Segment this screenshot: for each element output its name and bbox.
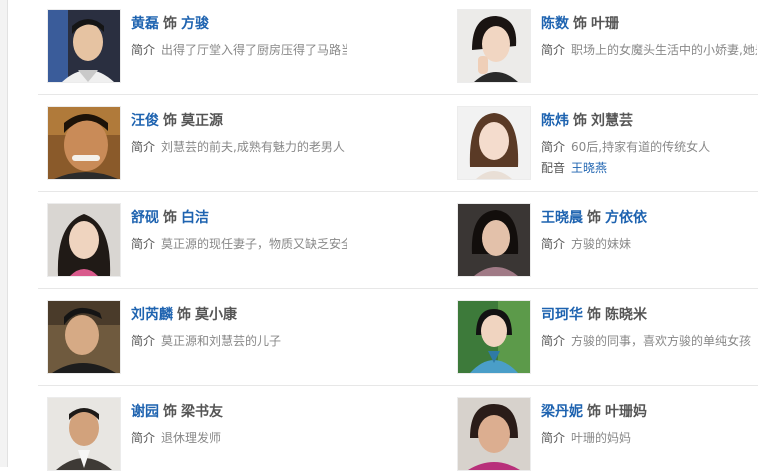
as-label: 饰 bbox=[177, 307, 191, 323]
intro-text: 叶珊的妈妈 bbox=[571, 431, 632, 445]
intro-text: 出得了厅堂入得了厨房压得了马路当得了闺蜜... bbox=[161, 43, 347, 57]
dub-actor-link[interactable]: 王晓燕 bbox=[571, 161, 607, 175]
actor-portrait-icon bbox=[458, 398, 530, 470]
dub-line: 配音 王晓燕 bbox=[541, 160, 607, 176]
actor-photo[interactable] bbox=[457, 203, 531, 277]
role-name-link[interactable]: 方骏 bbox=[181, 16, 209, 32]
intro-line: 简介 叶珊的妈妈 bbox=[541, 430, 631, 446]
actor-name-link[interactable]: 王晓晨 bbox=[541, 210, 583, 226]
intro-text: 退休理发师 bbox=[161, 431, 222, 445]
intro-text: 职场上的女魔头生活中的小娇妻,她是... bbox=[571, 43, 757, 57]
cast-card: 陈数饰叶珊 简介职场上的女魔头生活中的小娇妻,她是... bbox=[457, 9, 757, 83]
actor-portrait-icon bbox=[48, 301, 120, 373]
as-label: 饰 bbox=[587, 210, 601, 226]
as-label: 饰 bbox=[163, 16, 177, 32]
actor-name-link[interactable]: 谢园 bbox=[131, 404, 159, 420]
role-name: 莫正源 bbox=[181, 113, 223, 129]
dub-label: 配音 bbox=[541, 161, 566, 175]
cast-card: 王晓晨饰方依依 简介 方骏的妹妹 bbox=[457, 203, 757, 277]
intro-label: 简介 bbox=[131, 334, 156, 348]
actor-name-link[interactable]: 刘芮麟 bbox=[131, 307, 173, 323]
cast-card: 谢园饰梁书友 简介 退休理发师 bbox=[47, 397, 347, 471]
intro-text: 60后,持家有道的传统女人 bbox=[571, 140, 711, 154]
actor-name-link[interactable]: 司珂华 bbox=[541, 307, 583, 323]
actor-name-link[interactable]: 黄磊 bbox=[131, 16, 159, 32]
page-left-rule bbox=[0, 0, 8, 467]
actor-name-link[interactable]: 陈炜 bbox=[541, 113, 569, 129]
actor-photo[interactable] bbox=[47, 9, 121, 83]
cast-card: 梁丹妮饰叶珊妈 简介 叶珊的妈妈 bbox=[457, 397, 757, 471]
as-label: 饰 bbox=[573, 16, 587, 32]
role-name-link[interactable]: 白洁 bbox=[181, 210, 209, 226]
intro-line: 简介职场上的女魔头生活中的小娇妻,她是... bbox=[541, 42, 757, 58]
actor-photo[interactable] bbox=[457, 9, 531, 83]
actor-name-link[interactable]: 舒砚 bbox=[131, 210, 159, 226]
role-name: 叶珊 bbox=[591, 16, 619, 32]
actor-portrait-icon bbox=[458, 10, 530, 82]
intro-line: 简介 刘慧芸的前夫,成熟有魅力的老男人 bbox=[131, 139, 345, 155]
actor-photo[interactable] bbox=[47, 397, 121, 471]
intro-label: 简介 bbox=[541, 431, 566, 445]
intro-line: 简介莫正源的现任妻子，物质又缺乏安全感的女人 bbox=[131, 236, 347, 252]
intro-line: 简介 莫正源和刘慧芸的儿子 bbox=[131, 333, 281, 349]
as-label: 饰 bbox=[573, 113, 587, 129]
cast-card: 舒砚饰白洁 简介莫正源的现任妻子，物质又缺乏安全感的女人 bbox=[47, 203, 347, 277]
actor-portrait-icon bbox=[458, 301, 530, 373]
cast-card: 司珂华饰陈晓米 简介 方骏的同事，喜欢方骏的单纯女孩 bbox=[457, 300, 757, 374]
as-label: 饰 bbox=[587, 404, 601, 420]
role-name: 刘慧芸 bbox=[591, 113, 633, 129]
role-name: 陈晓米 bbox=[605, 307, 647, 323]
as-label: 饰 bbox=[163, 404, 177, 420]
intro-label: 简介 bbox=[541, 43, 566, 57]
intro-label: 简介 bbox=[131, 140, 156, 154]
actor-photo[interactable] bbox=[47, 106, 121, 180]
intro-text: 方骏的妹妹 bbox=[571, 237, 632, 251]
intro-label: 简介 bbox=[541, 237, 566, 251]
row-separator bbox=[38, 288, 758, 289]
intro-text: 刘慧芸的前夫,成熟有魅力的老男人 bbox=[161, 140, 345, 154]
intro-line: 简介 方骏的妹妹 bbox=[541, 236, 631, 252]
cast-card: 汪俊饰莫正源 简介 刘慧芸的前夫,成熟有魅力的老男人 bbox=[47, 106, 347, 180]
intro-label: 简介 bbox=[131, 43, 156, 57]
intro-label: 简介 bbox=[541, 140, 566, 154]
role-name: 莫小康 bbox=[195, 307, 237, 323]
actor-name-link[interactable]: 梁丹妮 bbox=[541, 404, 583, 420]
intro-text: 莫正源和刘慧芸的儿子 bbox=[161, 334, 282, 348]
actor-portrait-icon bbox=[48, 10, 120, 82]
as-label: 饰 bbox=[163, 113, 177, 129]
actor-portrait-icon bbox=[458, 107, 530, 179]
actor-portrait-icon bbox=[48, 204, 120, 276]
actor-photo[interactable] bbox=[457, 106, 531, 180]
cast-card: 黄磊饰方骏 简介出得了厅堂入得了厨房压得了马路当得了闺蜜... bbox=[47, 9, 347, 83]
actor-photo[interactable] bbox=[457, 300, 531, 374]
intro-line: 简介出得了厅堂入得了厨房压得了马路当得了闺蜜... bbox=[131, 42, 347, 58]
intro-line: 简介 60后,持家有道的传统女人 bbox=[541, 139, 710, 155]
cast-card: 陈炜饰刘慧芸 简介 60后,持家有道的传统女人 配音 王晓燕 bbox=[457, 106, 757, 180]
intro-text: 莫正源的现任妻子，物质又缺乏安全感的女人 bbox=[161, 237, 347, 251]
intro-line: 简介 方骏的同事，喜欢方骏的单纯女孩 bbox=[541, 333, 751, 349]
row-separator bbox=[38, 94, 758, 95]
actor-photo[interactable] bbox=[47, 300, 121, 374]
role-name-link[interactable]: 方依依 bbox=[605, 210, 647, 226]
actor-photo[interactable] bbox=[457, 397, 531, 471]
actor-portrait-icon bbox=[48, 398, 120, 470]
intro-label: 简介 bbox=[131, 431, 156, 445]
role-name: 梁书友 bbox=[181, 404, 223, 420]
actor-name-link[interactable]: 陈数 bbox=[541, 16, 569, 32]
intro-text: 方骏的同事，喜欢方骏的单纯女孩 bbox=[571, 334, 752, 348]
row-separator bbox=[38, 385, 758, 386]
intro-label: 简介 bbox=[541, 334, 566, 348]
actor-portrait-icon bbox=[458, 204, 530, 276]
row-separator bbox=[38, 191, 758, 192]
as-label: 饰 bbox=[587, 307, 601, 323]
actor-name-link[interactable]: 汪俊 bbox=[131, 113, 159, 129]
role-name: 叶珊妈 bbox=[605, 404, 647, 420]
intro-line: 简介 退休理发师 bbox=[131, 430, 221, 446]
actor-photo[interactable] bbox=[47, 203, 121, 277]
actor-portrait-icon bbox=[48, 107, 120, 179]
cast-card: 刘芮麟饰莫小康 简介 莫正源和刘慧芸的儿子 bbox=[47, 300, 347, 374]
as-label: 饰 bbox=[163, 210, 177, 226]
intro-label: 简介 bbox=[131, 237, 156, 251]
